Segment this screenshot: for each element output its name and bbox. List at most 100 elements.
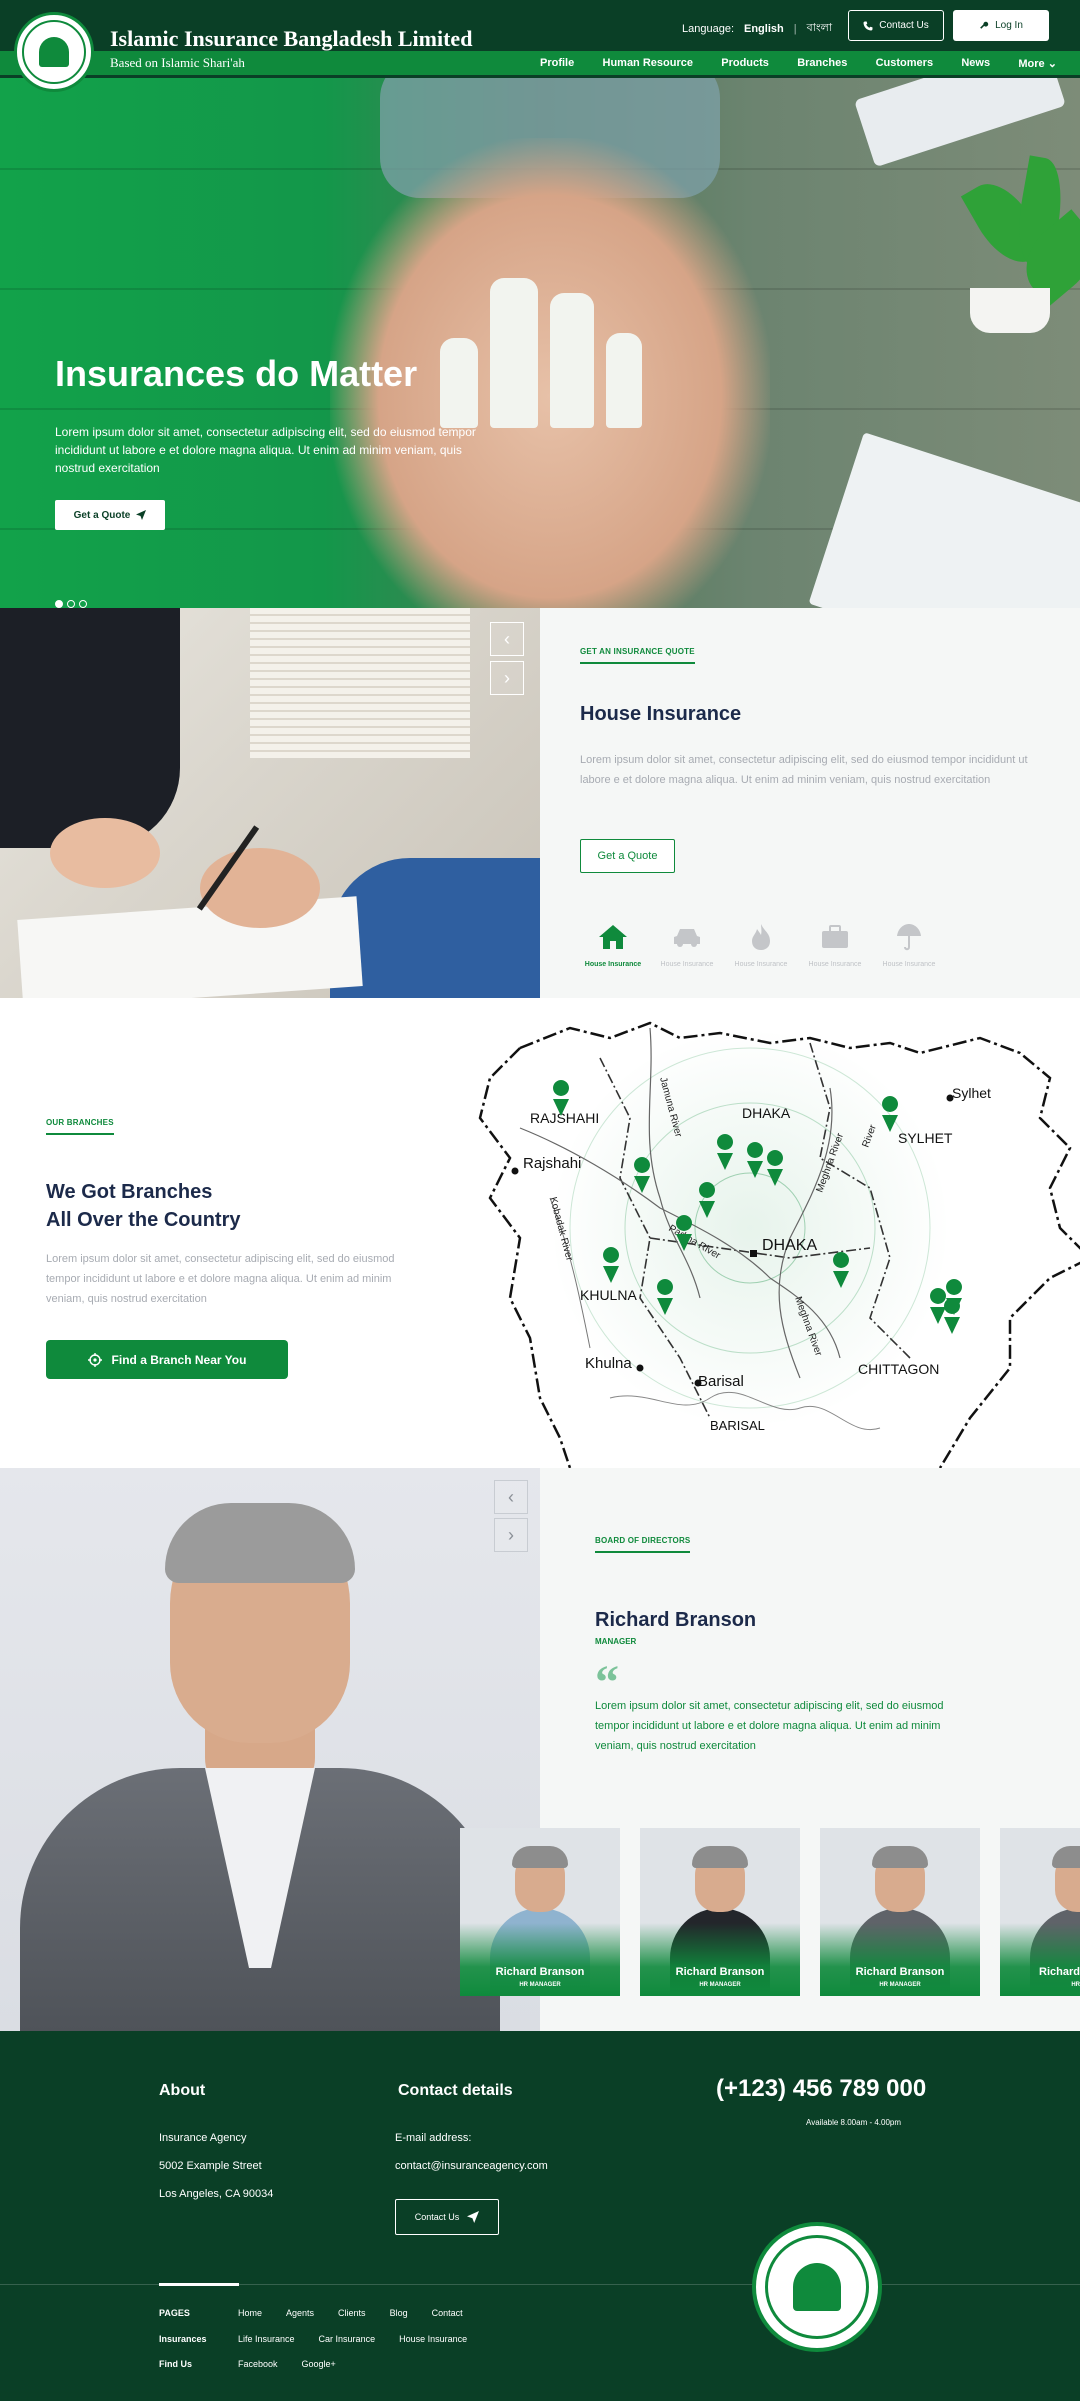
footer-insurances-row: Insurances Life Insurance Car Insurance … — [159, 2334, 491, 2344]
map-label-barisal-division: BARISAL — [710, 1418, 765, 1433]
footer-link-home[interactable]: Home — [238, 2308, 262, 2318]
insurance-type-tabs: House Insurance House Insurance House In… — [580, 922, 942, 968]
paper-father-figure — [490, 278, 538, 428]
tab-umbrella-insurance[interactable]: House Insurance — [876, 922, 942, 968]
card-role: HR — [1071, 1982, 1080, 1988]
brand-title[interactable]: Islamic Insurance Bangladesh Limited — [110, 26, 472, 52]
director-card[interactable]: Richard HR — [1000, 1828, 1080, 1996]
branches-eyebrow: OUR BRANCHES — [46, 1118, 114, 1135]
director-card[interactable]: Richard Branson HR MANAGER — [460, 1828, 620, 1996]
hero-title: Insurances do Matter — [55, 353, 418, 394]
footer-about-title: About — [159, 2082, 206, 2099]
quote-title: House Insurance — [580, 703, 742, 725]
footer-link-blog[interactable]: Blog — [390, 2308, 408, 2318]
card-hair-image — [512, 1846, 568, 1868]
quote-prev-button[interactable]: ‹ — [490, 622, 524, 656]
paper-child-figure — [440, 338, 478, 428]
plant-image — [960, 138, 1080, 348]
card-name: Richard Branson — [855, 1966, 945, 1978]
briefcase-icon — [819, 922, 851, 952]
nav-item-human-resource[interactable]: Human Resource — [603, 57, 693, 69]
footer-email-label: E-mail address: — [395, 2132, 472, 2144]
tab-label: House Insurance — [584, 961, 642, 968]
card-name: Richard — [1039, 1966, 1080, 1978]
card-role: HR MANAGER — [699, 1982, 741, 1988]
footer-contact-title: Contact details — [398, 2082, 513, 2099]
nav-item-branches[interactable]: Branches — [797, 57, 847, 69]
logo-ring — [22, 20, 86, 84]
board-next-button[interactable]: › — [494, 1518, 528, 1552]
tab-business-insurance[interactable]: House Insurance — [802, 922, 868, 968]
branches-section: OUR BRANCHES We Got Branches All Over th… — [0, 998, 1080, 1468]
map-label-khulna: Khulna — [585, 1355, 632, 1372]
slider-dot[interactable] — [55, 600, 63, 608]
chevron-left-icon: ‹ — [508, 1486, 514, 1507]
board-quote-text: Lorem ipsum dolor sit amet, consectetur … — [595, 1700, 944, 1752]
hero-get-quote-button[interactable]: Get a Quote — [55, 500, 165, 530]
fire-icon — [745, 922, 777, 952]
footer-row-key: PAGES — [159, 2308, 190, 2318]
tab-car-insurance[interactable]: House Insurance — [654, 922, 720, 968]
footer-pages-row: PAGES Home Agents Clients Blog Contact — [159, 2308, 487, 2318]
paper-mother-figure — [550, 293, 594, 428]
director-card[interactable]: Richard Branson HR MANAGER — [820, 1828, 980, 1996]
tab-fire-insurance[interactable]: House Insurance — [728, 922, 794, 968]
footer-link-contact[interactable]: Contact — [432, 2308, 463, 2318]
hero-banner: Insurances do Matter Lorem ipsum dolor s… — [0, 78, 1080, 608]
footer-email-link[interactable]: contact@insuranceagency.com — [395, 2160, 548, 2172]
language-bangla-link[interactable]: বাংলা — [807, 19, 832, 38]
site-footer: About Insurance Agency 5002 Example Stre… — [0, 2031, 1080, 2401]
branch-pin-icon[interactable] — [944, 1298, 961, 1334]
company-logo[interactable] — [14, 12, 94, 92]
footer-link-house-insurance[interactable]: House Insurance — [399, 2334, 467, 2344]
header-contact-label: Contact Us — [879, 20, 929, 31]
footer-company-logo[interactable] — [752, 2222, 882, 2352]
board-prev-button[interactable]: ‹ — [494, 1480, 528, 1514]
director-cards-carousel: Richard Branson HR MANAGER Richard Brans… — [460, 1828, 1080, 1996]
nav-item-news[interactable]: News — [961, 57, 990, 69]
bangladesh-branch-map[interactable]: RAJSHAHI Rajshahi DHAKA DHAKA SYLHET Syl… — [450, 998, 1080, 1468]
footer-link-agents[interactable]: Agents — [286, 2308, 314, 2318]
header-contact-button[interactable]: Contact Us — [848, 10, 944, 41]
card-role: HR MANAGER — [879, 1982, 921, 1988]
card-hair-image — [1052, 1846, 1080, 1868]
quote-get-quote-button[interactable]: Get a Quote — [580, 839, 675, 873]
tab-label: House Insurance — [660, 961, 714, 968]
car-icon — [671, 922, 703, 952]
main-nav: Profile Human Resource Products Branches… — [520, 51, 1065, 75]
footer-link-google-plus[interactable]: Google+ — [302, 2359, 336, 2369]
nav-item-products[interactable]: Products — [721, 57, 769, 69]
quote-photo — [0, 608, 540, 998]
brand-subtitle: Based on Islamic Shari'ah — [110, 55, 245, 70]
nav-item-profile[interactable]: Profile — [540, 57, 574, 69]
language-english-link[interactable]: English — [744, 23, 784, 35]
quote-text: Lorem ipsum dolor sit amet, consectetur … — [580, 754, 1028, 786]
director-card[interactable]: Richard Branson HR MANAGER — [640, 1828, 800, 1996]
slider-dot[interactable] — [79, 600, 87, 608]
map-label-dhaka: DHAKA — [762, 1237, 817, 1254]
board-director-role: MANAGER — [595, 1637, 637, 1646]
plant-pot — [970, 288, 1050, 333]
quote-next-button[interactable]: › — [490, 661, 524, 695]
footer-contact-button[interactable]: Contact Us — [395, 2199, 499, 2235]
agent-suit-image — [0, 608, 180, 848]
hero-get-quote-label: Get a Quote — [73, 509, 131, 521]
footer-link-facebook[interactable]: Facebook — [238, 2359, 278, 2369]
find-branch-button[interactable]: Find a Branch Near You — [46, 1340, 288, 1379]
house-icon — [597, 922, 629, 952]
nav-item-customers[interactable]: Customers — [876, 57, 933, 69]
tab-label: House Insurance — [808, 961, 862, 968]
footer-phone[interactable]: (+123) 456 789 000 — [716, 2075, 926, 2103]
footer-link-life-insurance[interactable]: Life Insurance — [238, 2334, 295, 2344]
login-button[interactable]: Log In — [953, 10, 1049, 41]
crosshair-icon — [87, 1352, 102, 1367]
mosque-dome-icon — [39, 37, 69, 67]
nav-item-more[interactable]: More ⌄ — [1018, 57, 1057, 70]
footer-link-car-insurance[interactable]: Car Insurance — [319, 2334, 376, 2344]
footer-link-clients[interactable]: Clients — [338, 2308, 366, 2318]
footer-about-line: Insurance Agency — [159, 2132, 247, 2144]
slider-dot[interactable] — [67, 600, 75, 608]
client-hand-image — [200, 848, 320, 928]
map-label-sylhet-division: SYLHET — [898, 1130, 953, 1146]
tab-house-insurance[interactable]: House Insurance — [580, 922, 646, 968]
